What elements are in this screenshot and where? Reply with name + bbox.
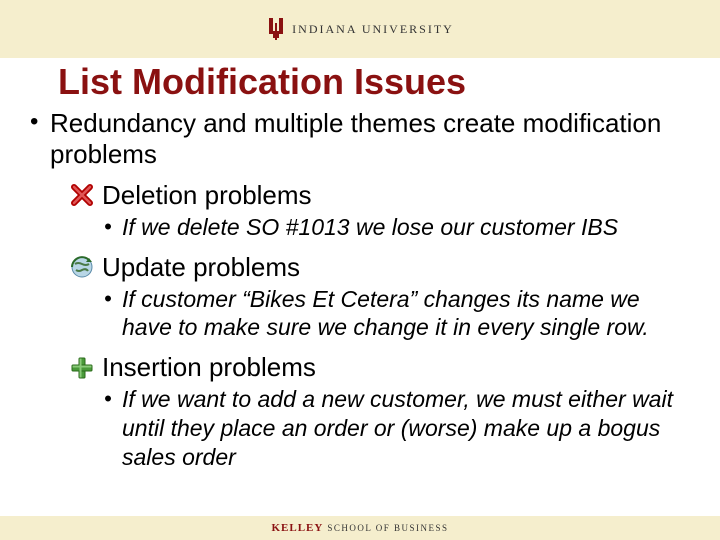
kelley-word: KELLEY [271, 522, 323, 534]
sub-bullet: If we want to add a new customer, we mus… [104, 385, 682, 471]
section-deletion: Deletion problems [68, 180, 692, 211]
section-label: Insertion problems [102, 352, 316, 383]
main-bullet: Redundancy and multiple themes create mo… [28, 108, 692, 170]
sub-bullet: If customer “Bikes Et Cetera” changes it… [104, 285, 682, 343]
slide-content: Redundancy and multiple themes create mo… [0, 108, 720, 472]
iu-trident-icon [266, 16, 286, 42]
section-insertion: Insertion problems [68, 352, 692, 383]
sub-bullet: If we delete SO #1013 we lose our custom… [104, 213, 682, 242]
footer-band: KELLEY SCHOOL OF BUSINESS [0, 516, 720, 540]
kelley-logo: KELLEY SCHOOL OF BUSINESS [271, 522, 448, 534]
slide-title: List Modification Issues [58, 62, 720, 102]
institution-name: INDIANA UNIVERSITY [292, 22, 454, 37]
kelley-rest: SCHOOL OF BUSINESS [327, 523, 448, 533]
plus-add-icon [68, 355, 96, 381]
header-band: INDIANA UNIVERSITY [0, 0, 720, 58]
section-label: Update problems [102, 252, 300, 283]
section-label: Deletion problems [102, 180, 312, 211]
section-update: Update problems [68, 252, 692, 283]
iu-logo: INDIANA UNIVERSITY [266, 16, 454, 42]
delete-x-icon [68, 182, 96, 208]
globe-refresh-icon [68, 254, 96, 280]
